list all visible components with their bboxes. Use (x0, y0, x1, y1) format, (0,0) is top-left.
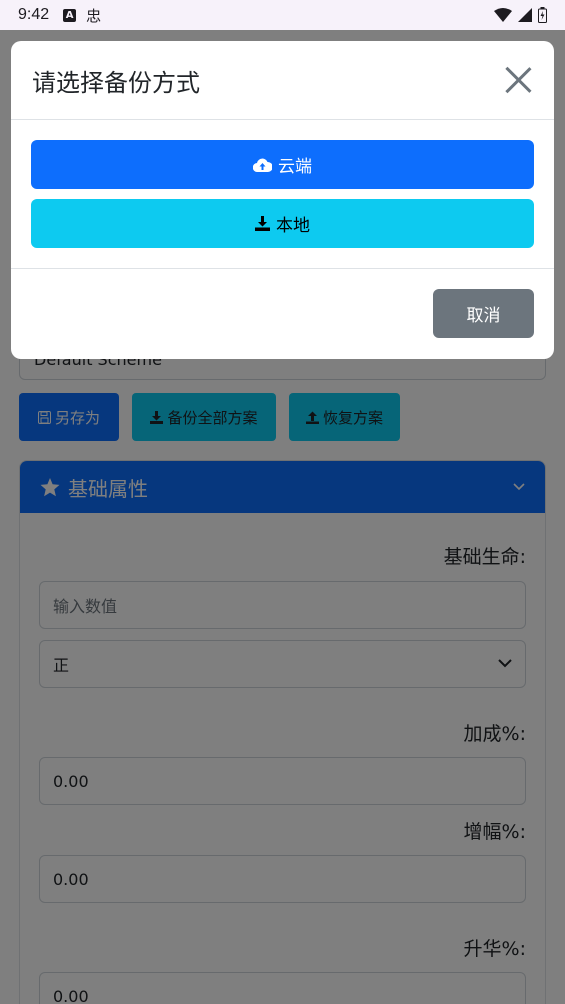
modal-title: 请选择备份方式 (32, 68, 200, 97)
modal-header: 请选择备份方式 (11, 41, 554, 120)
notification-a-icon: A (63, 8, 77, 22)
cloud-backup-label: 云端 (278, 157, 312, 177)
cloud-upload-icon (253, 158, 272, 172)
local-backup-label: 本地 (276, 216, 310, 236)
cloud-backup-button[interactable]: 云端 (31, 140, 534, 189)
close-icon[interactable] (505, 66, 533, 94)
cancel-button[interactable]: 取消 (433, 289, 534, 338)
notification-app-icon: 忠 (86, 6, 102, 25)
modal-footer: 取消 (11, 269, 554, 358)
wifi-icon (494, 8, 512, 22)
status-time: 9:42 (18, 6, 50, 23)
battery-icon (538, 7, 547, 23)
download-icon (255, 216, 270, 231)
status-right-icons (494, 7, 547, 23)
status-bar: 9:42 A 忠 (0, 0, 565, 30)
modal-body: 云端 本地 (11, 120, 554, 269)
local-backup-button[interactable]: 本地 (31, 199, 534, 248)
backup-method-modal: 请选择备份方式 云端 本地 取消 (11, 41, 554, 359)
signal-icon (518, 8, 532, 22)
